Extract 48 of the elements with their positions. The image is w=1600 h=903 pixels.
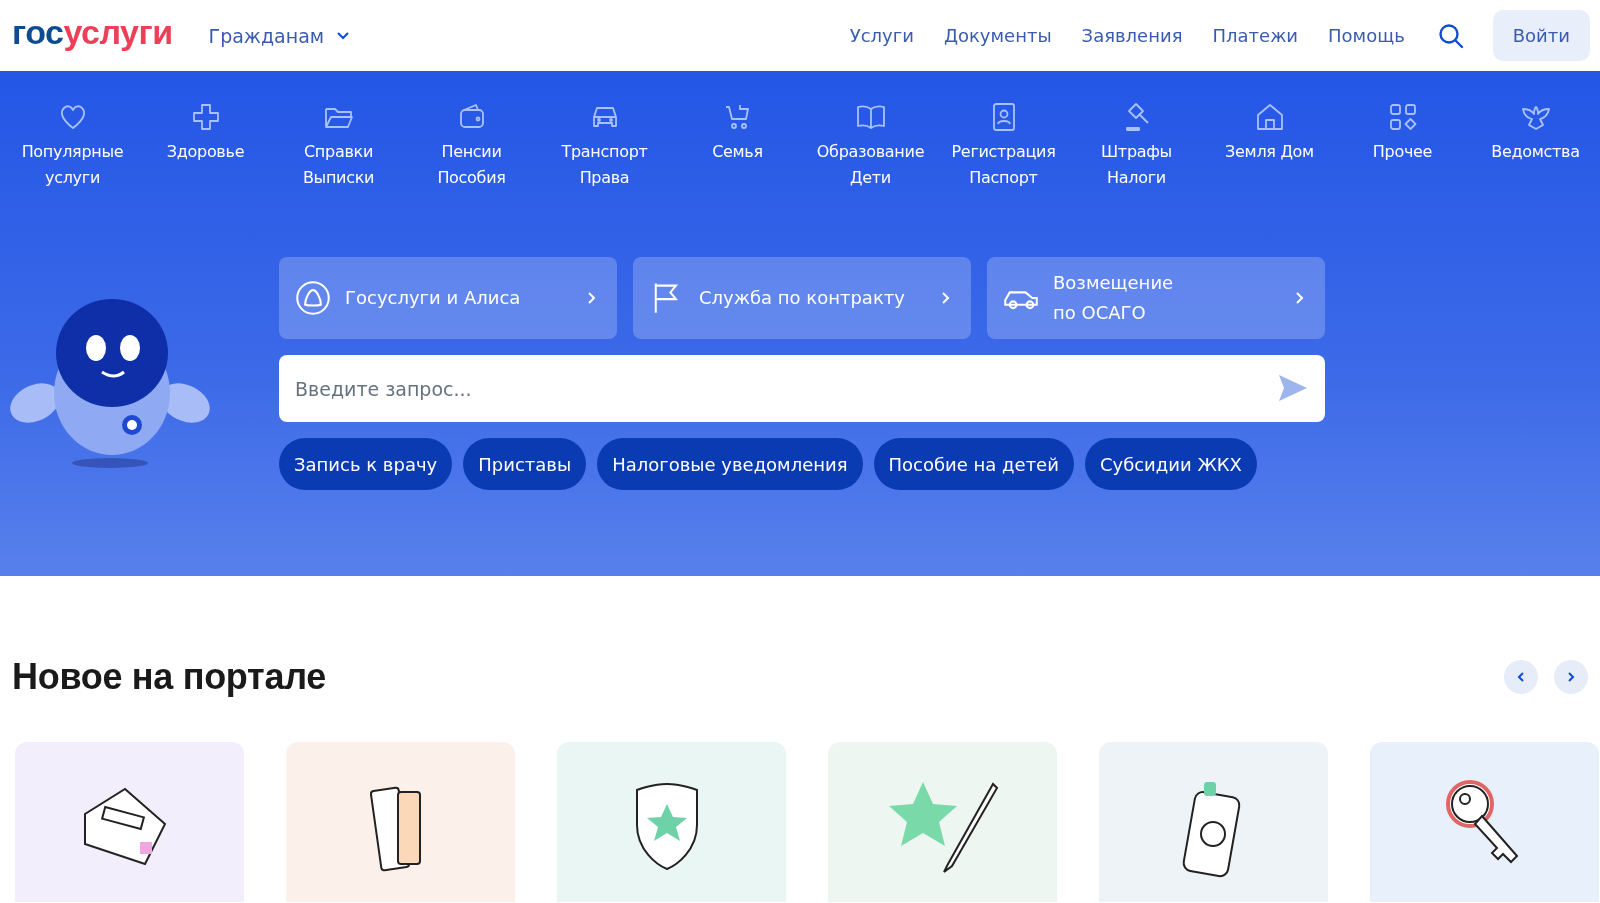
category-link[interactable]: Семья [673, 139, 802, 165]
news-card[interactable] [1370, 742, 1599, 902]
news-card[interactable] [557, 742, 786, 902]
nav-link[interactable]: Услуги [849, 25, 914, 46]
news-card[interactable] [15, 742, 244, 902]
category-link[interactable]: Здоровье [141, 139, 270, 165]
nav-link[interactable]: Заявления [1081, 25, 1183, 46]
login-button[interactable]: Войти [1492, 10, 1590, 61]
chevron-right-icon [1566, 671, 1576, 683]
suggestion-chip[interactable]: Субсидии ЖКХ [1084, 438, 1257, 490]
category-link[interactable]: Справки Выписки [274, 139, 403, 191]
suggestion-chip[interactable]: Приставы [463, 438, 587, 490]
chevron-right-icon [941, 291, 951, 305]
audience-dropdown[interactable]: Гражданам [202, 23, 357, 48]
quick-link-card[interactable]: Служба по контракту [633, 257, 971, 339]
previous-button[interactable] [1504, 660, 1538, 694]
category-link[interactable]: Транспорт Права [540, 139, 669, 191]
category-link[interactable]: Прочее [1338, 139, 1467, 165]
next-button[interactable] [1554, 660, 1588, 694]
suggestion-chip[interactable]: Пособие на детей [873, 438, 1074, 490]
nav-link[interactable]: Платежи [1212, 25, 1299, 46]
quick-link-label: Возмещение по ОСАГО [1053, 271, 1175, 325]
category-link[interactable]: Штрафы Налоги [1072, 139, 1201, 191]
nav-link[interactable]: Документы [943, 25, 1052, 46]
category-link[interactable]: Регистрация Паспорт [939, 139, 1068, 191]
chevron-right-icon [587, 291, 597, 305]
chevron-down-icon [336, 30, 351, 41]
quick-link-card[interactable]: Возмещение по ОСАГО [987, 257, 1325, 339]
chevron-left-icon [1516, 671, 1526, 683]
search-icon[interactable] [1436, 21, 1465, 50]
category-link[interactable]: Пенсии Пособия [407, 139, 536, 191]
section-title: Новое на портале [12, 656, 326, 698]
news-card[interactable] [1099, 742, 1328, 902]
search-field[interactable]: Введите запрос... [279, 355, 1325, 422]
nav-link[interactable]: Помощь [1328, 25, 1405, 46]
quick-link-card[interactable]: Госуслуги и Алиса [279, 257, 617, 339]
chevron-right-icon [1295, 291, 1305, 305]
category-link[interactable]: Образование Дети [806, 139, 935, 191]
gosuslugi-logo[interactable]: госуслуги [12, 13, 173, 52]
quick-link-label: Служба по контракту [699, 286, 906, 310]
suggestion-chip[interactable]: Налоговые уведомления [597, 438, 863, 490]
suggestion-chip[interactable]: Запись к врачу [279, 438, 453, 490]
alice-icon [295, 280, 331, 316]
send-icon[interactable] [1277, 373, 1309, 403]
quick-link-label: Госуслуги и Алиса [345, 286, 522, 310]
category-link[interactable]: Ведомства [1471, 139, 1600, 165]
category-link[interactable]: Популярные услуги [8, 139, 137, 191]
category-link[interactable]: Земля Дом [1205, 139, 1334, 165]
